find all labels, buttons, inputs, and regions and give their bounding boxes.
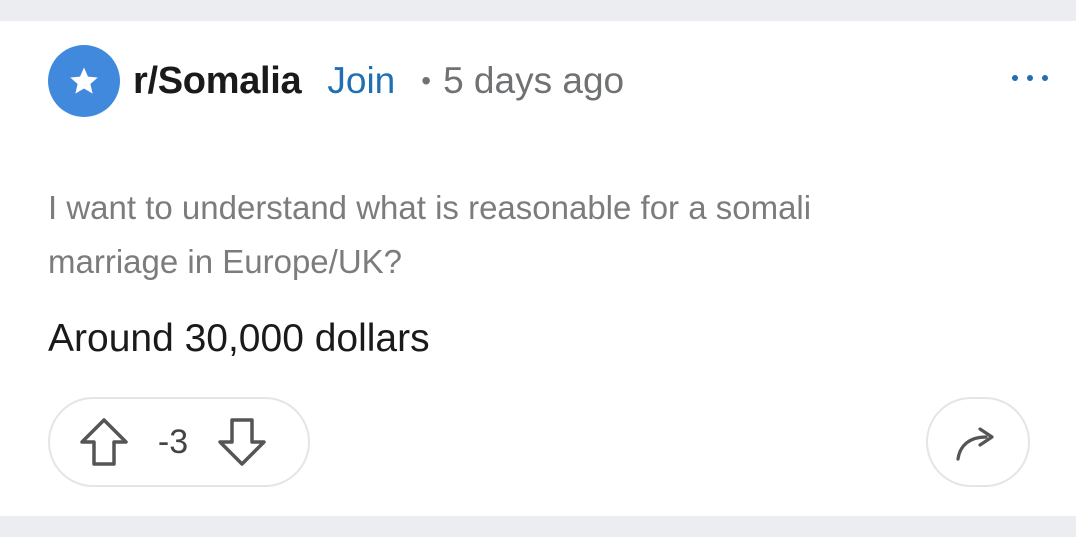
meta-separator: •	[421, 65, 432, 96]
downvote-arrow-icon	[218, 418, 266, 466]
downvote-button[interactable]	[212, 412, 272, 472]
upvote-button[interactable]	[74, 412, 134, 472]
upvote-arrow-icon	[80, 418, 128, 466]
post-header: r/Somalia Join • 5 days ago	[48, 45, 624, 117]
post-card[interactable]: r/Somalia Join • 5 days ago I want to un…	[0, 21, 1076, 516]
star-icon	[70, 67, 98, 94]
more-dot	[1042, 75, 1048, 81]
more-dot	[1012, 75, 1018, 81]
vote-score: -3	[157, 422, 189, 461]
subreddit-name[interactable]: r/Somalia	[133, 60, 302, 103]
share-button[interactable]	[926, 397, 1030, 487]
join-button[interactable]: Join	[327, 60, 395, 102]
more-options-icon[interactable]	[1012, 71, 1048, 85]
post-body: Around 30,000 dollars	[48, 317, 430, 360]
more-dot	[1027, 75, 1033, 81]
post-timestamp: 5 days ago	[443, 60, 625, 101]
share-arrow-icon	[956, 427, 994, 461]
post-title[interactable]: I want to understand what is reasonable …	[48, 181, 948, 289]
subreddit-avatar[interactable]	[48, 45, 120, 117]
vote-bar: -3	[48, 397, 310, 487]
